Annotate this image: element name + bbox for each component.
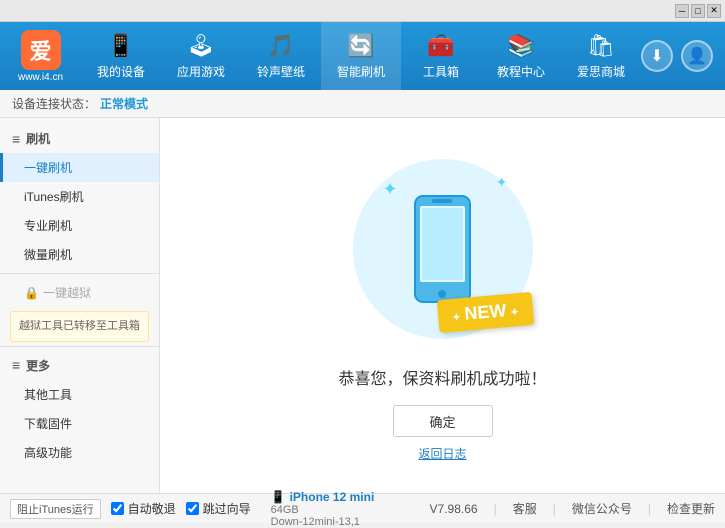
- sidebar: ≡ 刷机 一键刷机 iTunes刷机 专业刷机 微量刷机 🔒 一键越狱 越狱工具…: [0, 118, 160, 493]
- success-title: 恭喜您，保资料刷机成功啦！: [338, 365, 546, 389]
- smart-flash-icon: 🔄: [347, 33, 374, 59]
- bottom-left: 阻止iTunes运行 自动敬退 跳过向导 📱 iPhone 12 mini 64…: [10, 490, 374, 528]
- tutorials-icon: 📚: [507, 33, 534, 59]
- logo-area[interactable]: 爱 www.i4.cn: [0, 22, 81, 90]
- skip-wizard-checkbox-label[interactable]: 跳过向导: [186, 500, 251, 517]
- skip-wizard-checkbox[interactable]: [186, 502, 199, 515]
- nav-item-toolbox-label: 工具箱: [423, 63, 459, 80]
- skip-wizard-label: 跳过向导: [203, 500, 251, 517]
- success-illustration: ✦ ✦ NEW: [343, 149, 543, 349]
- nav-item-smart-flash[interactable]: 🔄 智能刷机: [321, 22, 401, 90]
- sep-1: |: [494, 502, 497, 516]
- sparkle-tr-icon: ✦: [496, 174, 508, 191]
- status-label: 设备连接状态：: [12, 95, 96, 112]
- sidebar-item-one-key-flash[interactable]: 一键刷机: [0, 153, 159, 182]
- nav-item-apps-games-label: 应用游戏: [177, 63, 225, 80]
- user-button[interactable]: 👤: [681, 40, 713, 72]
- check-update-link[interactable]: 检查更新: [667, 500, 715, 517]
- sidebar-item-other-tools[interactable]: 其他工具: [0, 380, 159, 409]
- nav-item-smart-flash-label: 智能刷机: [337, 63, 385, 80]
- sidebar-divider-1: [0, 273, 159, 274]
- device-name: 📱 iPhone 12 mini: [271, 490, 375, 504]
- flash-section-label: 刷机: [26, 130, 50, 147]
- toolbox-icon: 🧰: [427, 33, 454, 59]
- auto-dismiss-checkbox-label[interactable]: 自动敬退: [111, 500, 176, 517]
- flash-section-icon: ≡: [12, 131, 20, 147]
- auto-dismiss-label: 自动敬退: [128, 500, 176, 517]
- maximize-button[interactable]: □: [691, 4, 705, 18]
- header: 爱 www.i4.cn 📱 我的设备 🕹 应用游戏 🎵 铃声壁纸 🔄 智能刷机 …: [0, 22, 725, 90]
- close-button[interactable]: ✕: [707, 4, 721, 18]
- nav-item-ringtones[interactable]: 🎵 铃声壁纸: [241, 22, 321, 90]
- device-phone-icon: 📱: [271, 490, 286, 504]
- nav-item-toolbox[interactable]: 🧰 工具箱: [401, 22, 481, 90]
- nav-item-mall[interactable]: 🛍 爱思商城: [561, 22, 641, 90]
- sidebar-item-advanced[interactable]: 高级功能: [0, 438, 159, 467]
- version-text: V7.98.66: [430, 502, 478, 516]
- nav-item-mall-label: 爱思商城: [577, 63, 625, 80]
- sidebar-item-micro-flash[interactable]: 微量刷机: [0, 240, 159, 269]
- stop-itunes-button[interactable]: 阻止iTunes运行: [10, 499, 101, 519]
- status-value: 正常模式: [100, 95, 148, 112]
- logo-icon: 爱: [21, 30, 61, 70]
- download-button[interactable]: ⬇: [641, 40, 673, 72]
- sparkle-tl-icon: ✦: [383, 179, 398, 200]
- nav-item-tutorials[interactable]: 📚 教程中心: [481, 22, 561, 90]
- nav-item-tutorials-label: 教程中心: [497, 63, 545, 80]
- nav-items: 📱 我的设备 🕹 应用游戏 🎵 铃声壁纸 🔄 智能刷机 🧰 工具箱 📚 教程中心…: [81, 22, 641, 90]
- apps-games-icon: 🕹: [187, 33, 215, 59]
- nav-item-my-device-label: 我的设备: [97, 63, 145, 80]
- sidebar-item-download-firmware[interactable]: 下载固件: [0, 409, 159, 438]
- lock-icon: 🔒: [24, 286, 39, 300]
- ringtones-icon: 🎵: [267, 33, 294, 59]
- device-version: Down-12mini-13,1: [271, 516, 375, 528]
- sidebar-item-jailbreak: 🔒 一键越狱: [0, 278, 159, 307]
- flash-section-header: ≡ 刷机: [0, 124, 159, 153]
- title-bar: ─ □ ✕: [0, 0, 725, 22]
- device-info: 📱 iPhone 12 mini 64GB Down-12mini-13,1: [271, 490, 375, 528]
- status-bar: 设备连接状态： 正常模式: [0, 90, 725, 118]
- more-section-label: 更多: [26, 357, 50, 374]
- nav-item-my-device[interactable]: 📱 我的设备: [81, 22, 161, 90]
- wechat-link[interactable]: 微信公众号: [572, 500, 632, 517]
- sep-2: |: [553, 502, 556, 516]
- sidebar-item-pro-flash[interactable]: 专业刷机: [0, 211, 159, 240]
- customer-service-link[interactable]: 客服: [513, 500, 537, 517]
- nav-right: ⬇ 👤: [641, 40, 725, 72]
- sidebar-item-itunes-flash[interactable]: iTunes刷机: [0, 182, 159, 211]
- sep-3: |: [648, 502, 651, 516]
- window-controls[interactable]: ─ □ ✕: [675, 4, 721, 18]
- bottom-bar: 阻止iTunes运行 自动敬退 跳过向导 📱 iPhone 12 mini 64…: [0, 493, 725, 523]
- confirm-button[interactable]: 确定: [393, 405, 493, 437]
- nav-item-ringtones-label: 铃声壁纸: [257, 63, 305, 80]
- more-section-header: ≡ 更多: [0, 351, 159, 380]
- new-badge: NEW: [436, 292, 533, 333]
- nav-item-apps-games[interactable]: 🕹 应用游戏: [161, 22, 241, 90]
- back-link[interactable]: 返回日志: [418, 445, 466, 462]
- main-layout: ≡ 刷机 一键刷机 iTunes刷机 专业刷机 微量刷机 🔒 一键越狱 越狱工具…: [0, 118, 725, 493]
- sidebar-divider-2: [0, 346, 159, 347]
- bottom-right: V7.98.66 | 客服 | 微信公众号 | 检查更新: [430, 500, 715, 517]
- logo-text: www.i4.cn: [18, 72, 63, 83]
- auto-dismiss-checkbox[interactable]: [111, 502, 124, 515]
- my-device-icon: 📱: [107, 33, 134, 59]
- mall-icon: 🛍: [587, 33, 615, 59]
- content-area: ✦ ✦ NEW 恭喜您，保资料刷机成功啦！ 确定 返回日志: [160, 118, 725, 493]
- device-storage: 64GB: [271, 504, 375, 516]
- minimize-button[interactable]: ─: [675, 4, 689, 18]
- sidebar-warning-box: 越狱工具已转移至工具箱: [10, 311, 149, 342]
- more-section-icon: ≡: [12, 357, 20, 373]
- phone-svg: [410, 194, 475, 304]
